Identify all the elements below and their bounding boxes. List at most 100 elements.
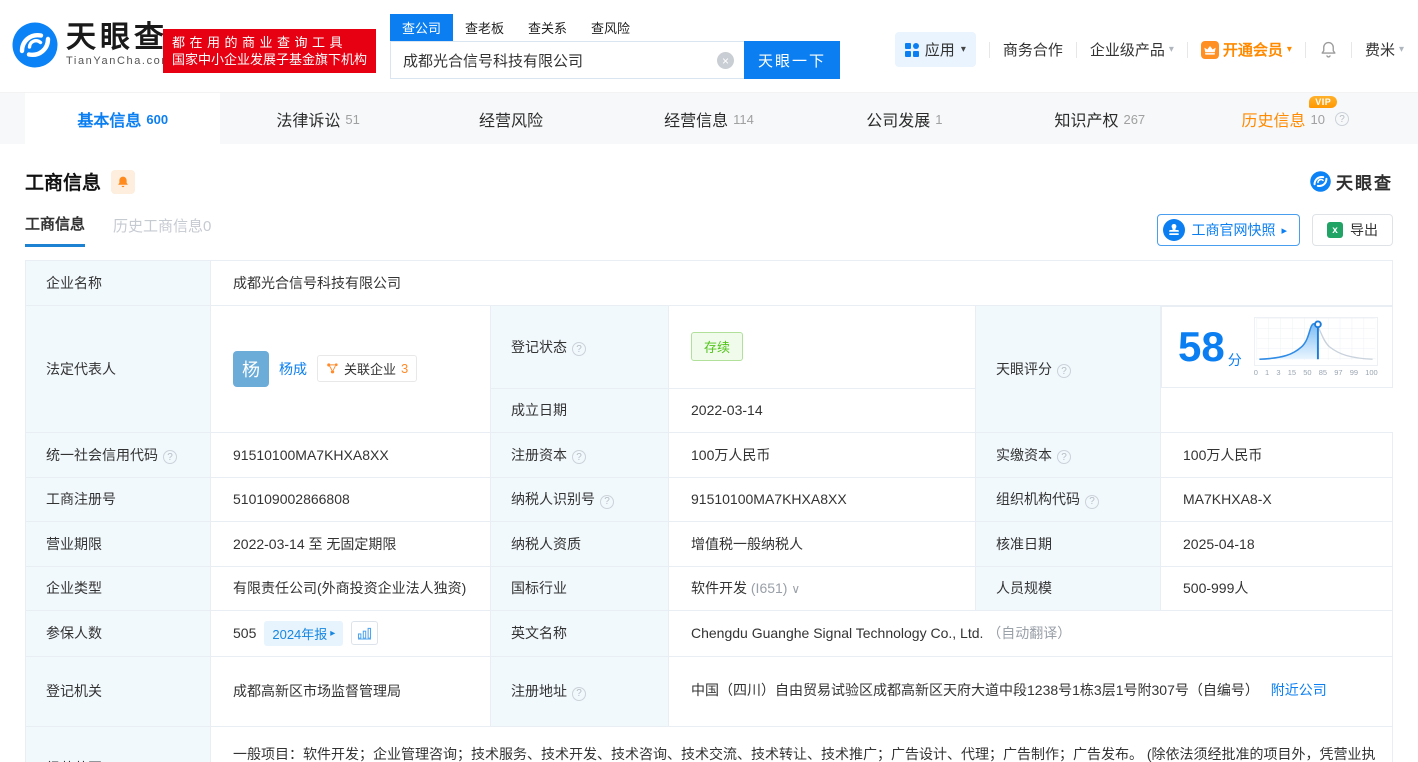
- legal-rep-avatar[interactable]: 杨: [233, 350, 269, 387]
- tab-company-development[interactable]: 公司发展 1: [807, 93, 1002, 145]
- vip-membership-label: 开通会员: [1222, 42, 1283, 59]
- reg-no-label: 工商注册号: [25, 476, 211, 522]
- tab-count: 1: [935, 111, 943, 127]
- help-icon[interactable]: ?: [163, 450, 177, 464]
- tianyancha-logo[interactable]: 天眼查 TianYanCha.com: [12, 22, 172, 68]
- help-icon[interactable]: ?: [1085, 494, 1099, 509]
- help-icon[interactable]: ?: [1334, 112, 1349, 126]
- tab-legal-proceedings[interactable]: 法律诉讼 51: [220, 93, 415, 145]
- score-axis-ticks: 01 3 15 50 85 97 99 100: [1253, 368, 1378, 377]
- header-nav: 应用 ▾ 商务合作 企业级产品 ▾ 开通会员 ▾ 费米 ▾: [894, 32, 1404, 67]
- table-row: 法定代表人 杨 杨成 关联企业 3 登记状态? 存续 天眼评分 ? 58 分 0…: [25, 305, 1393, 433]
- divider: [988, 41, 990, 58]
- table-row: 工商注册号 510109002866808 纳税人识别号? 91510100MA…: [25, 476, 1393, 522]
- score-value: 58 分 0 1 3 15 50 85 97 99 100: [1161, 306, 1393, 388]
- main-content: 工商信息 天眼查 工商信息 历史工商信息0 工商官网快照 ▸ x 导出 企业名称…: [0, 144, 1418, 762]
- search-tab-relation[interactable]: 查关系: [516, 14, 579, 41]
- org-code-label: 组织机构代码?: [975, 476, 1161, 522]
- reg-authority-value: 成都高新区市场监督管理局: [210, 655, 491, 727]
- caret-down-icon: ▾: [1398, 44, 1404, 55]
- monitor-bell-icon[interactable]: [111, 169, 136, 194]
- company-type-value: 有限责任公司(外商投资企业法人独资): [210, 565, 491, 611]
- annual-report-label: 2024年报: [272, 626, 328, 642]
- tab-label: 历史信息: [1241, 113, 1306, 130]
- apps-menu[interactable]: 应用 ▾: [894, 32, 976, 67]
- table-row: 参保人数 505 2024年报 ▸ 英文名称 Chengdu Guanghe S…: [25, 609, 1393, 657]
- export-button[interactable]: x 导出: [1312, 214, 1393, 246]
- score-unit: 分: [1227, 352, 1242, 368]
- company-name-value: 成都光合信号科技有限公司: [210, 260, 1393, 306]
- industry-code: (I651): [750, 580, 788, 596]
- tab-operational-risk[interactable]: 经营风险: [416, 93, 611, 145]
- subtab-history-registration[interactable]: 历史工商信息0: [113, 215, 211, 246]
- divider: [1350, 41, 1352, 58]
- approved-date-label: 核准日期: [975, 520, 1161, 567]
- paid-capital-value: 100万人民币: [1160, 431, 1393, 478]
- tab-business-info[interactable]: 经营信息 114: [611, 93, 806, 145]
- nav-user-menu[interactable]: 费米 ▾: [1365, 39, 1404, 60]
- arrow-right-icon: ▸: [330, 627, 336, 639]
- established-label: 成立日期: [490, 387, 669, 433]
- chevron-down-icon[interactable]: ∨: [791, 582, 800, 596]
- nav-enterprise-products[interactable]: 企业级产品 ▾: [1090, 39, 1174, 60]
- reg-address-label: 注册地址?: [490, 655, 669, 727]
- annual-report-badge[interactable]: 2024年报 ▸: [264, 620, 344, 646]
- tab-history-info[interactable]: VIP 历史信息 10 ?: [1198, 93, 1393, 145]
- table-row: 经营范围? 一般项目：软件开发；企业管理咨询；技术服务、技术开发、技术咨询、技术…: [25, 725, 1393, 762]
- subtab-business-registration[interactable]: 工商信息: [25, 213, 86, 247]
- tab-intellectual-property[interactable]: 知识产权 267: [1002, 93, 1197, 145]
- tab-count: 600: [146, 111, 169, 127]
- search-type-tabs: 查公司 查老板 查关系 查风险: [390, 14, 840, 41]
- help-icon[interactable]: ?: [600, 494, 614, 509]
- business-info-table: 企业名称 成都光合信号科技有限公司 法定代表人 杨 杨成 关联企业 3 登记状态…: [25, 260, 1393, 762]
- clear-icon[interactable]: ×: [717, 52, 734, 69]
- slogan-line1: 都在用的商业查询工具: [172, 35, 348, 50]
- company-name-label: 企业名称: [25, 260, 211, 306]
- apps-grid-icon: [904, 42, 919, 57]
- reg-status-label: 登记状态?: [490, 305, 669, 389]
- top-header: 天眼查 TianYanCha.com 都在用的商业查询工具 国家中小企业发展子基…: [0, 0, 1418, 92]
- nav-business-cooperation[interactable]: 商务合作: [1003, 39, 1063, 60]
- help-icon[interactable]: ?: [572, 342, 586, 357]
- help-icon[interactable]: ?: [572, 686, 586, 701]
- stamp-icon: [1163, 219, 1186, 241]
- tab-label: 法律诉讼: [276, 113, 341, 130]
- apps-label: 应用: [924, 42, 955, 59]
- help-icon[interactable]: ?: [1057, 450, 1071, 464]
- username-label: 费米: [1364, 42, 1395, 59]
- trend-chart-button[interactable]: [351, 621, 379, 645]
- business-scope-value: 一般项目：软件开发；企业管理咨询；技术服务、技术开发、技术咨询、技术交流、技术转…: [210, 725, 1393, 762]
- search-input[interactable]: [391, 42, 744, 78]
- legal-rep-name-link[interactable]: 杨成: [279, 359, 307, 379]
- official-snapshot-button[interactable]: 工商官网快照 ▸: [1157, 214, 1300, 246]
- legal-rep-label: 法定代表人: [25, 305, 211, 433]
- export-label: 导出: [1350, 222, 1378, 238]
- related-companies-count: 3: [401, 361, 409, 377]
- table-row: 统一社会信用代码? 91510100MA7KHXA8XX 注册资本? 100万人…: [25, 431, 1393, 478]
- help-icon[interactable]: ?: [1057, 364, 1071, 379]
- search-button[interactable]: 天眼一下: [744, 41, 840, 79]
- slogan-banner: 都在用的商业查询工具 国家中小企业发展子基金旗下机构: [163, 29, 377, 73]
- nearby-companies-link[interactable]: 附近公司: [1271, 682, 1327, 698]
- business-term-value: 2022-03-14 至 无固定期限: [210, 520, 491, 567]
- search-area: 查公司 查老板 查关系 查风险 × 天眼一下: [390, 14, 840, 79]
- slogan-line2: 国家中小企业发展子基金旗下机构: [172, 52, 368, 67]
- staff-size-label: 人员规模: [975, 565, 1161, 611]
- help-icon[interactable]: ?: [572, 450, 586, 464]
- related-companies-label: 关联企业: [344, 362, 397, 378]
- notification-bell-icon[interactable]: [1319, 40, 1338, 59]
- industry-value: 软件开发 (I651) ∨: [668, 565, 976, 611]
- table-row: 企业类型 有限责任公司(外商投资企业法人独资) 国标行业 软件开发 (I651)…: [25, 565, 1393, 611]
- insured-number: 505: [233, 625, 257, 641]
- tab-label: 知识产权: [1054, 113, 1119, 130]
- related-companies-badge[interactable]: 关联企业 3: [317, 355, 418, 383]
- snapshot-label: 工商官网快照: [1191, 222, 1276, 238]
- tab-basic-info[interactable]: 基本信息 600: [25, 93, 221, 145]
- nav-vip-membership[interactable]: 开通会员 ▾: [1200, 39, 1292, 60]
- arrow-right-icon: ▸: [1281, 224, 1287, 237]
- search-tab-company[interactable]: 查公司: [390, 14, 454, 41]
- search-tab-boss[interactable]: 查老板: [453, 14, 516, 41]
- crown-icon: [1200, 40, 1219, 59]
- search-tab-risk[interactable]: 查风险: [579, 14, 642, 41]
- business-cooperation-label: 商务合作: [1002, 42, 1063, 59]
